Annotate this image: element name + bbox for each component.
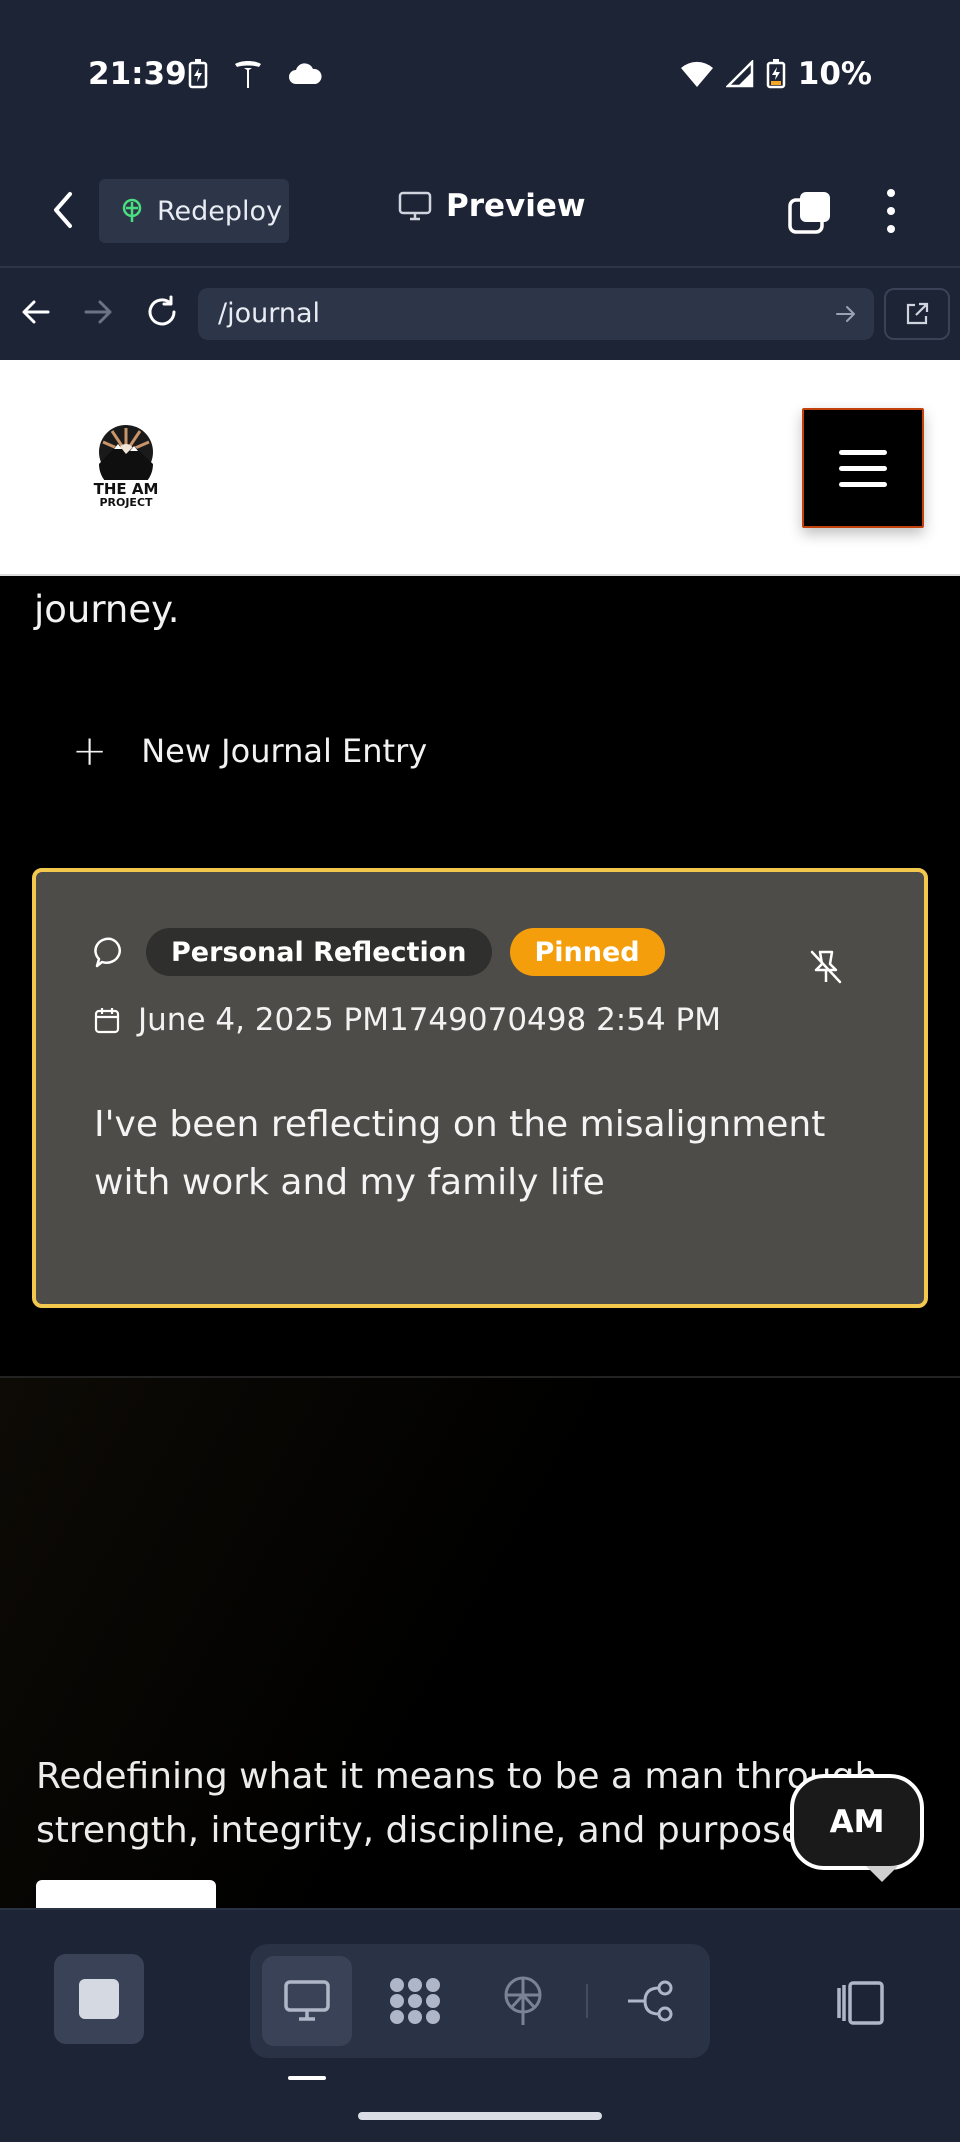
stop-button[interactable] bbox=[54, 1954, 144, 2044]
deploy-tab[interactable] bbox=[478, 1956, 568, 2046]
new-entry-label: New Journal Entry bbox=[141, 732, 428, 770]
bottom-nav bbox=[0, 1908, 960, 2142]
wifi-icon bbox=[680, 61, 713, 87]
active-tab-indicator bbox=[288, 2076, 326, 2080]
pinned-badge: Pinned bbox=[509, 928, 665, 976]
redeploy-label: Redeploy bbox=[157, 195, 283, 227]
menu-bar-icon bbox=[839, 465, 887, 471]
status-left-icons bbox=[188, 58, 322, 90]
calendar-icon bbox=[94, 1008, 120, 1034]
entry-date-text: June 4, 2025 PM1749070498 2:54 PM bbox=[138, 1002, 721, 1038]
git-tab[interactable] bbox=[606, 1956, 696, 2046]
browser-forward-icon[interactable] bbox=[82, 296, 114, 328]
menu-bar-icon bbox=[839, 449, 887, 455]
battery-percent: 10% bbox=[797, 56, 872, 92]
intro-text: journey. bbox=[34, 588, 180, 631]
preview-tab[interactable] bbox=[262, 1956, 352, 2046]
chat-avatar-button[interactable]: AM bbox=[790, 1774, 924, 1870]
cell-signal-icon bbox=[725, 60, 754, 88]
chat-bubble-icon bbox=[94, 937, 121, 968]
redeploy-icon bbox=[122, 198, 142, 222]
footer-logo[interactable]: THE AM PROJECT bbox=[36, 1880, 216, 1908]
chat-bubble-tail bbox=[866, 1866, 898, 1882]
back-chevron-icon[interactable] bbox=[46, 188, 82, 232]
new-journal-entry-button[interactable]: + New Journal Entry bbox=[72, 730, 427, 772]
tabs-icon[interactable] bbox=[788, 190, 832, 234]
more-vert-icon[interactable] bbox=[878, 188, 904, 234]
preview-label: Preview bbox=[446, 188, 586, 224]
logo-line1: THE AM bbox=[93, 480, 159, 498]
agents-tab[interactable] bbox=[370, 1956, 460, 2046]
plus-icon: + bbox=[72, 726, 108, 775]
deploy-tree-icon bbox=[504, 1976, 542, 2025]
agents-grid-icon bbox=[390, 1978, 440, 2024]
redeploy-button[interactable]: Redeploy bbox=[99, 179, 289, 243]
status-right: 10% bbox=[680, 56, 872, 92]
site-logo[interactable]: THE AM PROJECT bbox=[86, 422, 166, 508]
branch-icon bbox=[628, 1980, 673, 2022]
monitor-icon bbox=[284, 1980, 330, 2021]
entry-tags: Personal Reflection Pinned bbox=[94, 928, 665, 976]
logo-line2: PROJECT bbox=[99, 496, 153, 509]
battery-charging-icon bbox=[188, 59, 208, 89]
status-bar: 21:39 10% bbox=[0, 0, 960, 150]
home-indicator[interactable] bbox=[358, 2112, 602, 2120]
web-page: THE AM PROJECT journey. + New Journal En… bbox=[0, 360, 960, 1908]
entry-body: I've been reflecting on the misalignment… bbox=[94, 1104, 826, 1203]
view-switcher bbox=[250, 1944, 710, 2058]
status-time: 21:39 bbox=[88, 56, 187, 92]
url-text: /journal bbox=[218, 298, 321, 329]
hamburger-menu-button[interactable] bbox=[802, 408, 924, 528]
external-link-icon bbox=[906, 302, 929, 325]
open-external-button[interactable] bbox=[884, 288, 950, 340]
stop-icon bbox=[79, 1979, 119, 2019]
category-badge: Personal Reflection bbox=[146, 928, 492, 976]
entry-date: June 4, 2025 PM1749070498 2:54 PM bbox=[94, 1002, 721, 1038]
cloud-icon bbox=[289, 63, 322, 84]
preview-button[interactable]: Preview bbox=[398, 188, 586, 224]
unpin-icon[interactable] bbox=[808, 948, 844, 986]
reload-icon[interactable] bbox=[144, 294, 180, 330]
menu-bar-icon bbox=[839, 481, 887, 487]
battery-icon bbox=[766, 59, 786, 89]
app-toolbar: Redeploy Preview bbox=[0, 150, 960, 268]
site-header: THE AM PROJECT bbox=[0, 360, 960, 576]
monitor-icon bbox=[398, 191, 432, 221]
panel-toggle-icon[interactable] bbox=[834, 1980, 888, 2026]
url-input[interactable]: /journal bbox=[198, 288, 874, 340]
journal-entry-card[interactable]: Personal Reflection Pinned June 4, 2025 … bbox=[32, 868, 928, 1308]
go-arrow-icon[interactable] bbox=[834, 302, 858, 326]
tesla-icon bbox=[235, 61, 261, 88]
browser-back-icon[interactable] bbox=[20, 296, 52, 328]
mountain-sun-logo-icon bbox=[99, 425, 153, 480]
nav-separator bbox=[586, 1984, 588, 2018]
browser-bar: /journal bbox=[0, 268, 960, 360]
